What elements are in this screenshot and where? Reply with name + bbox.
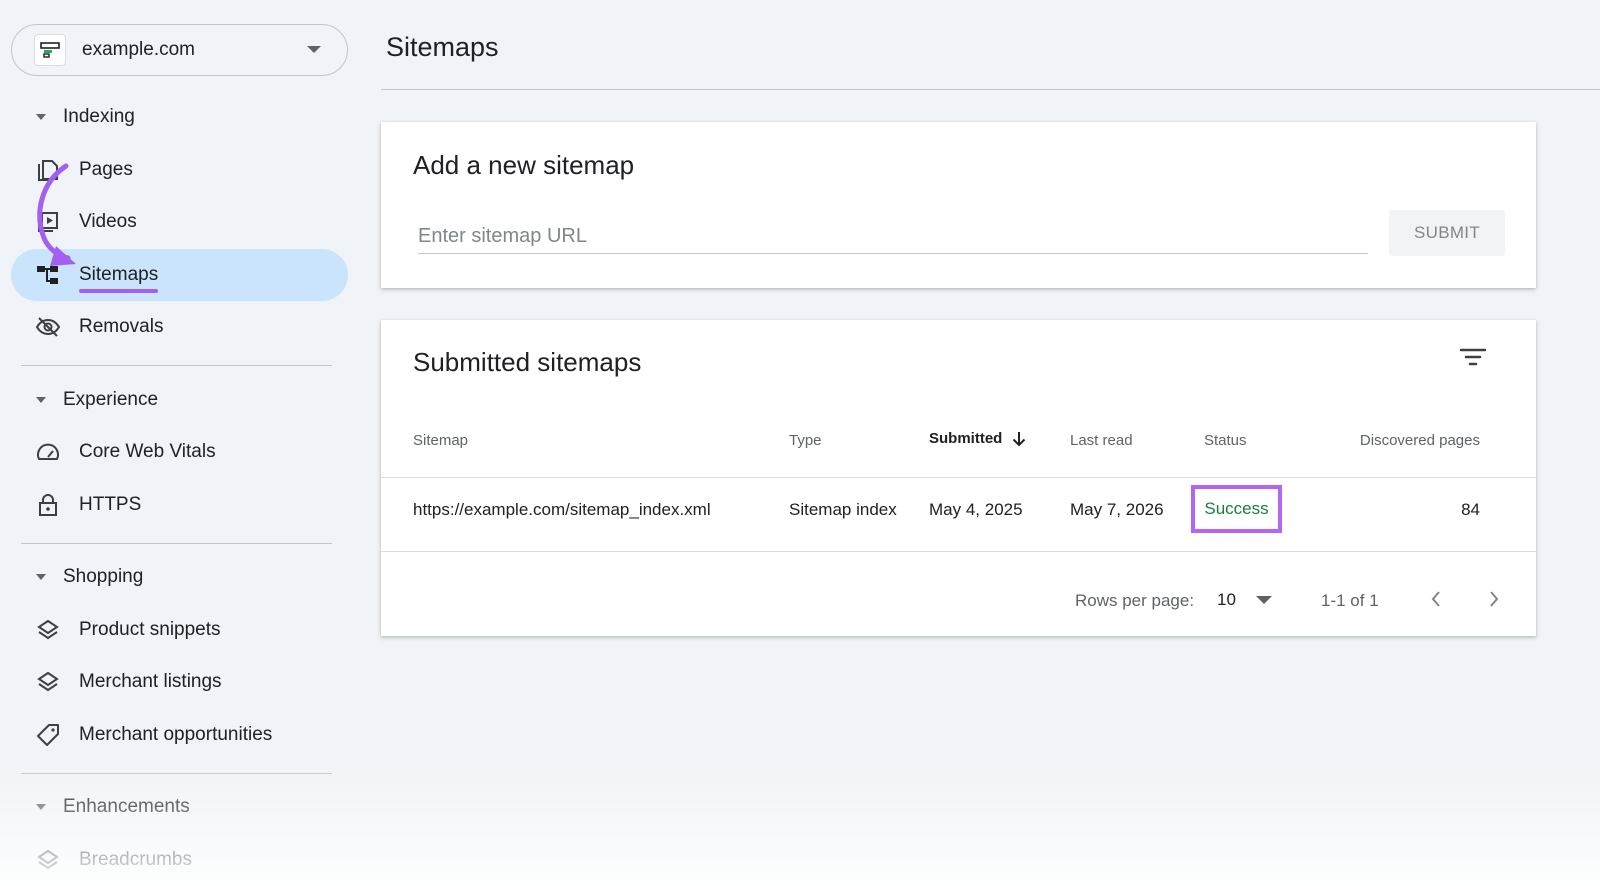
collapse-triangle-icon (36, 114, 46, 120)
title-divider (381, 89, 1600, 90)
rows-per-page-value: 10 (1217, 590, 1236, 609)
removals-icon (35, 314, 61, 340)
sidebar-item-breadcrumbs[interactable]: Breadcrumbs (11, 834, 348, 886)
property-name: example.com (82, 39, 195, 60)
layers-icon (35, 669, 61, 695)
search-console-sitemaps-page: example.com Indexing Pages Videos Sitema… (0, 0, 1600, 886)
sidebar-item-label: Breadcrumbs (79, 849, 192, 870)
arrow-down-icon (1013, 431, 1026, 446)
column-header-discovered-pages[interactable]: Discovered pages (1360, 432, 1480, 449)
sidebar-item-label: Merchant opportunities (79, 724, 273, 745)
collapse-triangle-icon (36, 397, 46, 403)
submitted-sitemaps-title: Submitted sitemaps (413, 347, 642, 377)
sidebar-item-label: Removals (79, 316, 164, 337)
column-header-label: Submitted (929, 430, 1003, 447)
layers-icon (35, 617, 61, 643)
cell-sitemap-url: https://example.com/sitemap_index.xml (413, 500, 711, 519)
status-highlight-box: Success (1191, 485, 1282, 533)
pagination-range: 1-1 of 1 (1321, 591, 1379, 610)
section-label: Experience (63, 389, 159, 410)
chevron-left-icon (1431, 591, 1440, 607)
sidebar-item-core-web-vitals[interactable]: Core Web Vitals (11, 426, 348, 478)
sidebar-divider (21, 543, 332, 544)
section-enhancements-toggle[interactable]: Enhancements (36, 792, 190, 822)
cell-type: Sitemap index (789, 500, 897, 519)
column-header-submitted[interactable]: Submitted (929, 430, 1026, 447)
section-label: Shopping (63, 566, 144, 587)
page-title: Sitemaps (386, 32, 499, 62)
cell-last-read: May 7, 2026 (1070, 500, 1164, 519)
add-sitemap-card: Add a new sitemap SUBMIT (381, 122, 1536, 288)
sidebar-item-merchant-opportunities[interactable]: Merchant opportunities (11, 709, 348, 761)
layers-icon (35, 847, 61, 873)
lock-icon (35, 492, 61, 518)
sidebar-divider (21, 365, 332, 366)
sidebar-item-label: Sitemaps (79, 264, 159, 293)
sidebar-divider (21, 773, 332, 774)
section-experience-toggle[interactable]: Experience (36, 385, 158, 415)
previous-page-button[interactable] (1421, 584, 1451, 614)
chevron-down-icon (307, 46, 321, 53)
status-badge: Success (1204, 499, 1269, 518)
rows-per-page-label: Rows per page: (1075, 591, 1195, 610)
annotation-arrow-icon (37, 163, 76, 266)
collapse-triangle-icon (36, 804, 46, 810)
filter-icon[interactable] (1459, 346, 1487, 368)
section-label: Enhancements (63, 796, 190, 817)
property-selector[interactable]: example.com (11, 24, 348, 76)
sidebar-item-removals[interactable]: Removals (11, 301, 348, 353)
cell-discovered-pages: 84 (1461, 500, 1480, 519)
section-shopping-toggle[interactable]: Shopping (36, 562, 143, 592)
chevron-right-icon (1490, 591, 1499, 607)
submit-button[interactable]: SUBMIT (1389, 210, 1505, 256)
speedometer-icon (35, 439, 61, 465)
rows-per-page-select[interactable]: 10 (1217, 585, 1272, 615)
table-divider (381, 477, 1536, 478)
sidebar-item-label: Merchant listings (79, 671, 222, 692)
section-label: Indexing (63, 106, 135, 127)
sidebar-item-merchant-listings[interactable]: Merchant listings (11, 656, 348, 708)
column-header-status[interactable]: Status (1204, 432, 1247, 449)
column-header-type[interactable]: Type (789, 432, 822, 449)
cell-submitted: May 4, 2025 (929, 500, 1023, 519)
column-header-last-read[interactable]: Last read (1070, 432, 1133, 449)
chevron-down-icon (1255, 596, 1272, 604)
sidebar-item-label: Core Web Vitals (79, 441, 216, 462)
sidebar-item-label: Product snippets (79, 619, 221, 640)
sidebar-item-product-snippets[interactable]: Product snippets (11, 604, 348, 656)
submitted-sitemaps-card: Submitted sitemaps Sitemap Type Submitte… (381, 320, 1536, 636)
tag-icon (35, 722, 61, 748)
sidebar-item-label: HTTPS (79, 494, 142, 515)
sitemap-url-input[interactable] (418, 220, 1368, 254)
column-header-sitemap[interactable]: Sitemap (413, 432, 468, 449)
next-page-button[interactable] (1479, 584, 1509, 614)
sidebar: example.com Indexing Pages Videos Sitema… (0, 0, 360, 886)
add-sitemap-title: Add a new sitemap (413, 150, 635, 180)
sidebar-item-https[interactable]: HTTPS (11, 479, 348, 531)
table-divider (381, 551, 1536, 552)
collapse-triangle-icon (36, 574, 46, 580)
property-favicon-icon (34, 34, 66, 66)
section-indexing-toggle[interactable]: Indexing (36, 102, 135, 132)
